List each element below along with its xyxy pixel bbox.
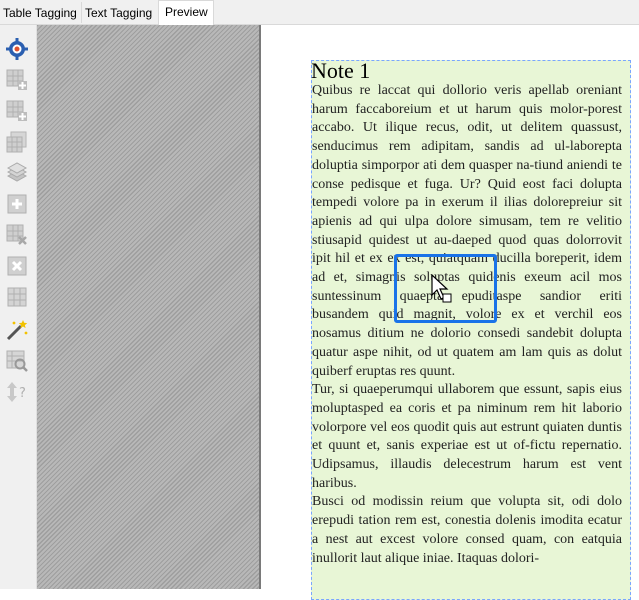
note-paragraph: Tur, si quaeperumqui ullaborem que essun… — [312, 382, 622, 491]
tab-table-tagging[interactable]: Table Tagging — [0, 2, 80, 23]
settings-icon[interactable] — [4, 36, 30, 62]
table-add-column-icon[interactable] — [4, 98, 30, 124]
note-paragraph: Quibus re laccat qui dollorio veris apel… — [312, 83, 622, 379]
cell-delete-icon[interactable] — [4, 253, 30, 279]
note-paragraph: Busci od modissin reium que volupta sit,… — [312, 494, 622, 566]
move-cursor-icon — [431, 273, 453, 304]
svg-text:?: ? — [19, 386, 26, 401]
table-stack-icon[interactable] — [4, 160, 30, 186]
canvas-background — [37, 25, 259, 589]
table-add-icon[interactable] — [4, 67, 30, 93]
table-plus-icon[interactable] — [4, 191, 30, 217]
tab-text-tagging[interactable]: Text Tagging — [81, 2, 158, 23]
table-delete-icon[interactable] — [4, 222, 30, 248]
note-title: Note 1 — [311, 58, 371, 83]
table-copy-icon[interactable] — [4, 129, 30, 155]
tab-bar: Table Tagging Text Tagging Preview — [0, 0, 639, 25]
row-order-icon[interactable]: ? — [4, 379, 30, 405]
note-body: Quibus re laccat qui dollorio veris apel… — [312, 82, 622, 568]
table-search-icon[interactable] — [4, 348, 30, 374]
left-toolbar: ? — [0, 25, 37, 589]
tab-preview[interactable]: Preview — [158, 0, 214, 25]
grid-icon[interactable] — [4, 284, 30, 310]
magic-wand-icon[interactable] — [4, 317, 30, 343]
